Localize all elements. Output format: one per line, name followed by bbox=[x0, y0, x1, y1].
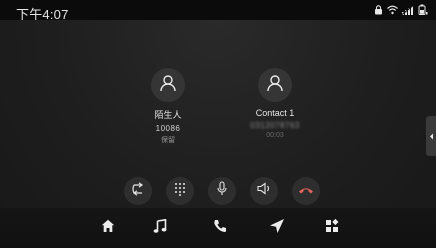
contact-number: 10086 bbox=[155, 124, 181, 133]
keypad-button[interactable] bbox=[166, 177, 194, 205]
call-duration: 00:03 bbox=[266, 132, 284, 139]
apps-icon bbox=[325, 218, 339, 238]
contact-name: 陌生人 bbox=[154, 110, 182, 120]
phone-icon bbox=[213, 219, 227, 238]
hangup-button[interactable] bbox=[292, 177, 320, 205]
contact-name: Contact 1 bbox=[255, 108, 295, 118]
bottom-nav-bar bbox=[0, 208, 436, 248]
side-panel-toggle[interactable] bbox=[426, 116, 436, 156]
navigation-icon bbox=[269, 218, 285, 239]
call-status-hold: 保留 bbox=[161, 137, 175, 144]
person-icon bbox=[159, 74, 177, 97]
phone-button[interactable] bbox=[208, 216, 232, 240]
mute-button[interactable] bbox=[208, 177, 236, 205]
held-contact[interactable]: 陌生人 10086 保留 bbox=[118, 68, 218, 145]
call-controls bbox=[0, 177, 436, 205]
avatar bbox=[151, 68, 185, 102]
music-icon bbox=[153, 218, 167, 238]
active-contact[interactable]: Contact 1 0312078763 00:03 bbox=[225, 68, 325, 139]
person-icon bbox=[266, 74, 284, 97]
status-icons bbox=[374, 4, 428, 15]
speaker-button[interactable] bbox=[250, 177, 278, 205]
microphone-icon bbox=[216, 181, 228, 201]
swap-icon bbox=[131, 181, 145, 201]
contact-number: 0312078763 bbox=[250, 121, 300, 130]
avatar bbox=[258, 68, 292, 102]
wifi-icon bbox=[387, 5, 398, 15]
navigation-button[interactable] bbox=[265, 216, 289, 240]
apps-button[interactable] bbox=[320, 216, 344, 240]
lock-icon bbox=[374, 4, 383, 15]
speaker-icon bbox=[256, 182, 272, 200]
hangup-icon bbox=[298, 182, 314, 200]
music-button[interactable] bbox=[148, 216, 172, 240]
home-button[interactable] bbox=[96, 216, 120, 240]
chevron-left-icon bbox=[429, 127, 434, 145]
status-bar: 下午4:07 bbox=[0, 0, 436, 22]
signal-icon bbox=[402, 4, 414, 15]
keypad-icon bbox=[174, 182, 186, 201]
swap-call-button[interactable] bbox=[124, 177, 152, 205]
home-icon bbox=[101, 219, 115, 238]
battery-icon bbox=[418, 4, 428, 15]
